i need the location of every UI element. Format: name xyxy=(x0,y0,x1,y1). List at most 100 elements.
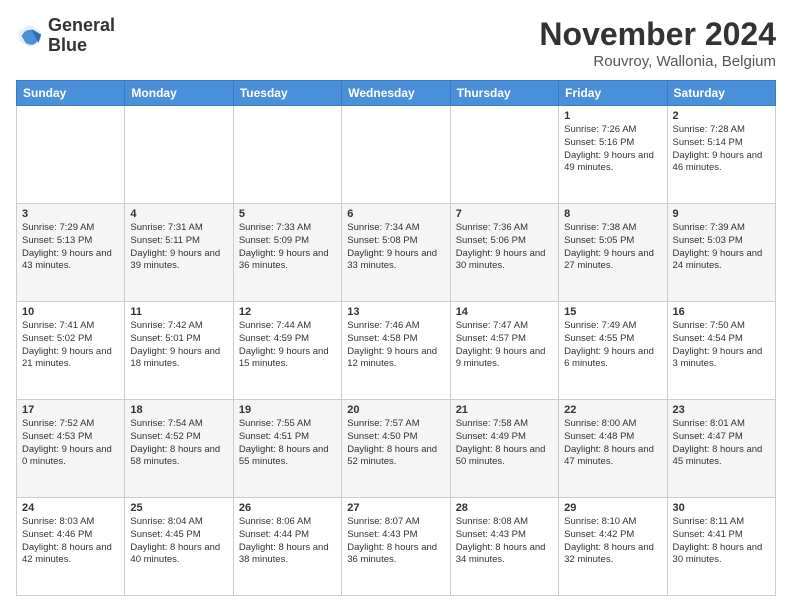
day-number: 12 xyxy=(239,306,336,318)
day-number: 19 xyxy=(239,404,336,416)
title-block: November 2024 Rouvroy, Wallonia, Belgium xyxy=(539,16,776,70)
day-number: 15 xyxy=(564,306,661,318)
calendar-cell: 30 Sunrise: 8:11 AMSunset: 4:41 PMDayligh… xyxy=(667,498,775,596)
day-info: Sunrise: 7:26 AMSunset: 5:16 PMDaylight:… xyxy=(564,124,661,175)
calendar-table: Sunday Monday Tuesday Wednesday Thursday… xyxy=(16,80,776,596)
calendar-cell: 11 Sunrise: 7:42 AMSunset: 5:01 PMDayligh… xyxy=(125,302,233,400)
calendar-cell xyxy=(342,106,450,204)
day-number: 23 xyxy=(673,404,770,416)
day-info: Sunrise: 8:00 AMSunset: 4:48 PMDaylight:… xyxy=(564,418,661,469)
calendar-week-3: 17 Sunrise: 7:52 AMSunset: 4:53 PMDayligh… xyxy=(17,400,776,498)
calendar-cell: 21 Sunrise: 7:58 AMSunset: 4:49 PMDayligh… xyxy=(450,400,558,498)
calendar-cell: 16 Sunrise: 7:50 AMSunset: 4:54 PMDayligh… xyxy=(667,302,775,400)
day-number: 16 xyxy=(673,306,770,318)
day-number: 14 xyxy=(456,306,553,318)
calendar-cell xyxy=(450,106,558,204)
calendar-cell: 20Sunrise: 7:57 AMSunset: 4:50 PMDayligh… xyxy=(342,400,450,498)
day-number: 11 xyxy=(130,306,227,318)
day-number: 2 xyxy=(673,110,770,122)
day-number: 27 xyxy=(347,502,444,514)
calendar-cell: 17 Sunrise: 7:52 AMSunset: 4:53 PMDayligh… xyxy=(17,400,125,498)
day-info: Sunrise: 8:11 AMSunset: 4:41 PMDaylight:… xyxy=(673,516,770,567)
day-info: Sunrise: 7:39 AMSunset: 5:03 PMDaylight:… xyxy=(673,222,770,273)
day-number: 29 xyxy=(564,502,661,514)
col-tuesday: Tuesday xyxy=(233,81,341,106)
page: General Blue November 2024 Rouvroy, Wall… xyxy=(0,0,792,612)
calendar-cell: 10Sunrise: 7:41 AMSunset: 5:02 PMDayligh… xyxy=(17,302,125,400)
day-info: Sunrise: 7:36 AMSunset: 5:06 PMDaylight:… xyxy=(456,222,553,273)
calendar-cell xyxy=(233,106,341,204)
calendar-cell: 27 Sunrise: 8:07 AMSunset: 4:43 PMDayligh… xyxy=(342,498,450,596)
day-info: Sunrise: 8:08 AMSunset: 4:43 PMDaylight:… xyxy=(456,516,553,567)
day-info: Sunrise: 7:58 AMSunset: 4:49 PMDaylight:… xyxy=(456,418,553,469)
day-number: 22 xyxy=(564,404,661,416)
day-info: Sunrise: 8:06 AMSunset: 4:44 PMDaylight:… xyxy=(239,516,336,567)
day-info: Sunrise: 7:28 AMSunset: 5:14 PMDaylight:… xyxy=(673,124,770,175)
day-info: Sunrise: 7:50 AMSunset: 4:54 PMDaylight:… xyxy=(673,320,770,371)
day-number: 8 xyxy=(564,208,661,220)
calendar-cell: 5 Sunrise: 7:33 AMSunset: 5:09 PMDaylight… xyxy=(233,204,341,302)
day-number: 9 xyxy=(673,208,770,220)
day-info: Sunrise: 7:49 AMSunset: 4:55 PMDaylight:… xyxy=(564,320,661,371)
day-info: Sunrise: 7:33 AMSunset: 5:09 PMDaylight:… xyxy=(239,222,336,273)
day-number: 18 xyxy=(130,404,227,416)
calendar-cell: 8 Sunrise: 7:38 AMSunset: 5:05 PMDaylight… xyxy=(559,204,667,302)
day-info: Sunrise: 8:01 AMSunset: 4:47 PMDaylight:… xyxy=(673,418,770,469)
col-wednesday: Wednesday xyxy=(342,81,450,106)
calendar-cell: 22 Sunrise: 8:00 AMSunset: 4:48 PMDayligh… xyxy=(559,400,667,498)
day-number: 6 xyxy=(347,208,444,220)
day-info: Sunrise: 8:03 AMSunset: 4:46 PMDaylight:… xyxy=(22,516,119,567)
logo: General Blue xyxy=(16,16,115,56)
day-info: Sunrise: 7:34 AMSunset: 5:08 PMDaylight:… xyxy=(347,222,444,273)
calendar-cell: 18 Sunrise: 7:54 AMSunset: 4:52 PMDayligh… xyxy=(125,400,233,498)
day-info: Sunrise: 7:31 AMSunset: 5:11 PMDaylight:… xyxy=(130,222,227,273)
day-number: 25 xyxy=(130,502,227,514)
day-info: Sunrise: 7:42 AMSunset: 5:01 PMDaylight:… xyxy=(130,320,227,371)
day-number: 26 xyxy=(239,502,336,514)
day-info: Sunrise: 7:46 AMSunset: 4:58 PMDaylight:… xyxy=(347,320,444,371)
calendar-cell: 12Sunrise: 7:44 AMSunset: 4:59 PMDayligh… xyxy=(233,302,341,400)
calendar-cell: 4 Sunrise: 7:31 AMSunset: 5:11 PMDaylight… xyxy=(125,204,233,302)
logo-icon xyxy=(16,22,44,50)
day-number: 5 xyxy=(239,208,336,220)
calendar-cell: 19 Sunrise: 7:55 AMSunset: 4:51 PMDayligh… xyxy=(233,400,341,498)
calendar-cell: 28Sunrise: 8:08 AMSunset: 4:43 PMDayligh… xyxy=(450,498,558,596)
day-number: 17 xyxy=(22,404,119,416)
day-number: 7 xyxy=(456,208,553,220)
calendar-cell: 24Sunrise: 8:03 AMSunset: 4:46 PMDayligh… xyxy=(17,498,125,596)
day-info: Sunrise: 7:47 AMSunset: 4:57 PMDaylight:… xyxy=(456,320,553,371)
col-monday: Monday xyxy=(125,81,233,106)
day-info: Sunrise: 8:10 AMSunset: 4:42 PMDaylight:… xyxy=(564,516,661,567)
calendar-week-0: 1 Sunrise: 7:26 AMSunset: 5:16 PMDaylight… xyxy=(17,106,776,204)
calendar-cell xyxy=(125,106,233,204)
col-sunday: Sunday xyxy=(17,81,125,106)
calendar-header-row: Sunday Monday Tuesday Wednesday Thursday… xyxy=(17,81,776,106)
calendar-cell: 6 Sunrise: 7:34 AMSunset: 5:08 PMDaylight… xyxy=(342,204,450,302)
day-number: 30 xyxy=(673,502,770,514)
day-info: Sunrise: 7:41 AMSunset: 5:02 PMDaylight:… xyxy=(22,320,119,371)
col-thursday: Thursday xyxy=(450,81,558,106)
calendar-cell: 23 Sunrise: 8:01 AMSunset: 4:47 PMDayligh… xyxy=(667,400,775,498)
calendar-week-1: 3Sunrise: 7:29 AMSunset: 5:13 PMDaylight… xyxy=(17,204,776,302)
day-info: Sunrise: 7:57 AMSunset: 4:50 PMDaylight:… xyxy=(347,418,444,469)
header: General Blue November 2024 Rouvroy, Wall… xyxy=(16,16,776,70)
logo-text: General Blue xyxy=(48,16,115,56)
day-info: Sunrise: 8:04 AMSunset: 4:45 PMDaylight:… xyxy=(130,516,227,567)
calendar-cell: 1 Sunrise: 7:26 AMSunset: 5:16 PMDaylight… xyxy=(559,106,667,204)
day-info: Sunrise: 7:55 AMSunset: 4:51 PMDaylight:… xyxy=(239,418,336,469)
logo-line2: Blue xyxy=(48,36,115,56)
calendar-cell: 3Sunrise: 7:29 AMSunset: 5:13 PMDaylight… xyxy=(17,204,125,302)
logo-line1: General xyxy=(48,16,115,36)
day-info: Sunrise: 7:52 AMSunset: 4:53 PMDaylight:… xyxy=(22,418,119,469)
day-info: Sunrise: 8:07 AMSunset: 4:43 PMDaylight:… xyxy=(347,516,444,567)
calendar-cell: 9 Sunrise: 7:39 AMSunset: 5:03 PMDaylight… xyxy=(667,204,775,302)
calendar-cell: 2 Sunrise: 7:28 AMSunset: 5:14 PMDaylight… xyxy=(667,106,775,204)
calendar-week-4: 24Sunrise: 8:03 AMSunset: 4:46 PMDayligh… xyxy=(17,498,776,596)
day-number: 21 xyxy=(456,404,553,416)
calendar-cell: 25 Sunrise: 8:04 AMSunset: 4:45 PMDayligh… xyxy=(125,498,233,596)
day-number: 4 xyxy=(130,208,227,220)
day-info: Sunrise: 7:54 AMSunset: 4:52 PMDaylight:… xyxy=(130,418,227,469)
day-info: Sunrise: 7:38 AMSunset: 5:05 PMDaylight:… xyxy=(564,222,661,273)
day-number: 13 xyxy=(347,306,444,318)
day-number: 1 xyxy=(564,110,661,122)
